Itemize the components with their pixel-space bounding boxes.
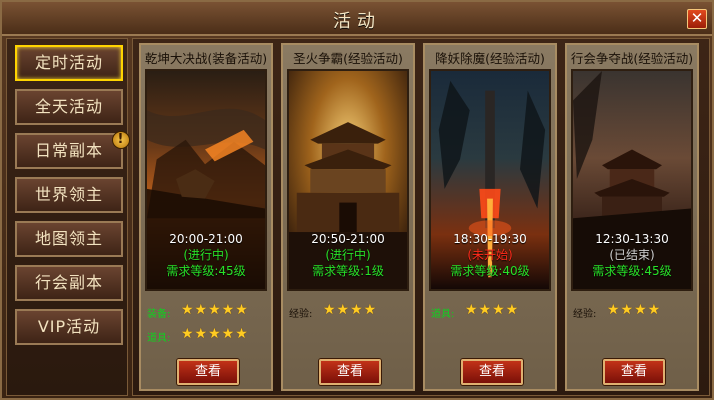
activity-status: (进行中) <box>325 248 371 262</box>
activity-time: 20:00-21:00 <box>169 232 243 246</box>
level-requirement: 需求等级:40级 <box>450 264 530 278</box>
star-rating-icon: ★★★★ <box>607 302 662 318</box>
level-requirement: 需求等级:45级 <box>592 264 672 278</box>
rating-label: 经验: <box>289 309 313 320</box>
rating-row: 经验: ★★★★ <box>289 301 409 325</box>
star-rating-icon: ★★★★★ <box>181 326 249 342</box>
activity-time: 20:50-21:00 <box>311 232 385 246</box>
view-button[interactable]: 查看 <box>603 359 665 385</box>
sidebar-item-label: 全天活动 <box>34 97 103 116</box>
activity-art-image: 20:00-21:00 (进行中) 需求等级:45级 <box>145 69 267 291</box>
reward-ratings: 经验: ★★★★ <box>573 301 693 325</box>
close-icon: ✕ <box>690 9 704 27</box>
activity-info: 12:30-13:30 (已结束) 需求等级:45级 <box>573 231 691 279</box>
reward-ratings: 道具: ★★★★ <box>431 301 551 325</box>
title-bar: 活动 ✕ <box>2 2 712 36</box>
sidebar-item-vip-activities[interactable]: VIP活动 <box>15 309 123 345</box>
sidebar-item-label: 日常副本 <box>34 141 103 160</box>
activity-time: 18:30-19:30 <box>453 232 527 246</box>
activity-cards-panel: 乾坤大决战(装备活动) 20:00-21:00 (进行中) 需求等级:45级 装… <box>132 38 710 396</box>
sidebar-item-label: 世界领主 <box>34 185 103 204</box>
reward-ratings: 经验: ★★★★ <box>289 301 409 325</box>
rating-label: 道具: <box>147 333 171 344</box>
window-title: 活动 <box>333 11 381 32</box>
card-title: 降妖除魔(经验活动) <box>435 51 545 66</box>
sidebar-item-map-boss[interactable]: 地图领主 <box>15 221 123 257</box>
activity-category-sidebar: 定时活动 全天活动 日常副本 ! 世界领主 地图领主 行会副本 VIP活动 <box>6 38 130 396</box>
rating-row: 道具: ★★★★★ <box>147 325 267 349</box>
activity-art-image: 18:30-19:30 (未开始) 需求等级:40级 <box>429 69 551 291</box>
rating-row: 道具: ★★★★ <box>431 301 551 325</box>
activity-card: 行会争夺战(经验活动) 12:30-13:30 (已结束) 需求等级:45级 经… <box>565 43 699 391</box>
sidebar-item-label: 地图领主 <box>34 229 103 248</box>
sidebar-item-daily-dungeon[interactable]: 日常副本 ! <box>15 131 130 169</box>
star-rating-icon: ★★★★ <box>323 302 378 318</box>
sidebar-item-label: VIP活动 <box>37 317 101 336</box>
alert-badge-icon: ! <box>112 131 130 149</box>
activity-card: 圣火争霸(经验活动) 20:50-21:00 (进行中) 需求等级:1级 经验:… <box>281 43 415 391</box>
rating-row: 装备: ★★★★★ <box>147 301 267 325</box>
card-title: 圣火争霸(经验活动) <box>293 51 403 66</box>
sidebar-item-guild-dungeon[interactable]: 行会副本 <box>15 265 123 301</box>
star-rating-icon: ★★★★ <box>465 302 520 318</box>
rating-row: 经验: ★★★★ <box>573 301 693 325</box>
view-button[interactable]: 查看 <box>177 359 239 385</box>
view-button[interactable]: 查看 <box>461 359 523 385</box>
activity-info: 18:30-19:30 (未开始) 需求等级:40级 <box>431 231 549 279</box>
activity-status: (进行中) <box>183 248 229 262</box>
activity-art-image: 12:30-13:30 (已结束) 需求等级:45级 <box>571 69 693 291</box>
level-requirement: 需求等级:45级 <box>166 264 246 278</box>
card-title: 乾坤大决战(装备活动) <box>144 51 268 66</box>
sidebar-item-timed-activities[interactable]: 定时活动 <box>15 45 123 81</box>
view-button[interactable]: 查看 <box>319 359 381 385</box>
rating-label: 装备: <box>147 309 171 320</box>
sidebar-item-label: 定时活动 <box>34 53 103 72</box>
rating-label: 经验: <box>573 309 597 320</box>
activity-card: 乾坤大决战(装备活动) 20:00-21:00 (进行中) 需求等级:45级 装… <box>139 43 273 391</box>
level-requirement: 需求等级:1级 <box>312 264 384 278</box>
activity-info: 20:50-21:00 (进行中) 需求等级:1级 <box>289 231 407 279</box>
activity-status: (未开始) <box>467 248 513 262</box>
sidebar-item-all-day-activities[interactable]: 全天活动 <box>15 89 123 125</box>
activity-card: 降妖除魔(经验活动) 18:30-19:30 (未开始) 需求等级:40级 道具… <box>423 43 557 391</box>
sidebar-item-label: 行会副本 <box>34 273 103 292</box>
close-button[interactable]: ✕ <box>687 9 707 29</box>
activity-window: 活动 ✕ 定时活动 全天活动 日常副本 ! 世界领主 地图领主 行会副本 VIP… <box>0 0 714 400</box>
sidebar-item-world-boss[interactable]: 世界领主 <box>15 177 123 213</box>
card-title: 行会争夺战(经验活动) <box>570 51 694 66</box>
activity-art-image: 20:50-21:00 (进行中) 需求等级:1级 <box>287 69 409 291</box>
activity-status: (已结束) <box>609 248 655 262</box>
rating-label: 道具: <box>431 309 455 320</box>
activity-time: 12:30-13:30 <box>595 232 669 246</box>
reward-ratings: 装备: ★★★★★ 道具: ★★★★★ <box>147 301 267 349</box>
star-rating-icon: ★★★★★ <box>181 302 249 318</box>
activity-info: 20:00-21:00 (进行中) 需求等级:45级 <box>147 231 265 279</box>
